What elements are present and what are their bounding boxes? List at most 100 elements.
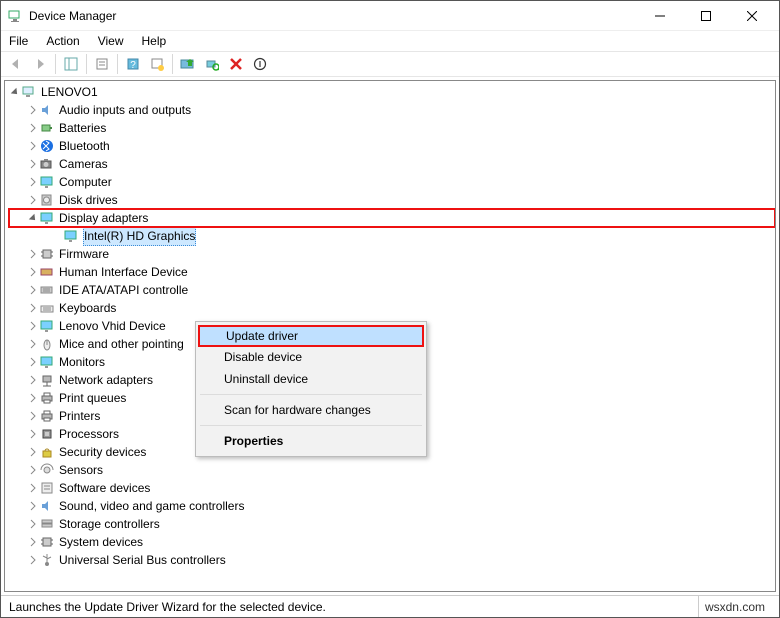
forward-button[interactable] [29, 53, 51, 75]
chevron-icon[interactable] [27, 392, 39, 404]
chevron-icon[interactable] [27, 176, 39, 188]
tree-category[interactable]: Sound, video and game controllers [9, 497, 775, 515]
bluetooth-icon [39, 138, 55, 154]
chevron-icon[interactable] [27, 446, 39, 458]
status-text: Launches the Update Driver Wizard for th… [9, 600, 326, 614]
category-label: Storage controllers [59, 515, 160, 533]
scan-hardware-button[interactable] [201, 53, 223, 75]
menu-file[interactable]: File [7, 33, 30, 49]
chevron-icon[interactable] [27, 356, 39, 368]
ctx-disable-device[interactable]: Disable device [198, 346, 424, 368]
lock-icon [39, 444, 55, 460]
chevron-icon[interactable] [27, 428, 39, 440]
chevron-icon[interactable] [27, 482, 39, 494]
chevron-icon[interactable] [27, 554, 39, 566]
tree-category[interactable]: Audio inputs and outputs [9, 101, 775, 119]
category-label: Printers [59, 407, 100, 425]
ctx-properties[interactable]: Properties [198, 430, 424, 452]
chevron-down-icon[interactable] [9, 86, 21, 98]
separator [117, 54, 118, 74]
chevron-icon[interactable] [27, 212, 39, 224]
tree-category[interactable]: Human Interface Device [9, 263, 775, 281]
monitor-icon [63, 228, 79, 244]
device-manager-window: Device Manager File Action View Help ? L… [0, 0, 780, 618]
category-label: Processors [59, 425, 119, 443]
device-label: Intel(R) HD Graphics [83, 226, 196, 246]
tree-category[interactable]: Universal Serial Bus controllers [9, 551, 775, 569]
ctx-scan-hardware[interactable]: Scan for hardware changes [198, 399, 424, 421]
keyboard-icon [39, 300, 55, 316]
ctx-uninstall-device[interactable]: Uninstall device [198, 368, 424, 390]
category-label: Mice and other pointing [59, 335, 184, 353]
software-icon [39, 480, 55, 496]
tree-category[interactable]: IDE ATA/ATAPI controlle [9, 281, 775, 299]
category-label: Keyboards [59, 299, 116, 317]
camera-icon [39, 156, 55, 172]
back-button[interactable] [5, 53, 27, 75]
tree-category[interactable]: Cameras [9, 155, 775, 173]
action-button[interactable] [146, 53, 168, 75]
category-label: Lenovo Vhid Device [59, 317, 166, 335]
chevron-icon[interactable] [27, 266, 39, 278]
category-label: Human Interface Device [59, 263, 188, 281]
tree-category[interactable]: Computer [9, 173, 775, 191]
svg-text:?: ? [130, 60, 136, 71]
maximize-button[interactable] [683, 1, 729, 31]
menu-help[interactable]: Help [140, 33, 169, 49]
battery-icon [39, 120, 55, 136]
category-label: Sound, video and game controllers [59, 497, 244, 515]
tree-category[interactable]: System devices [9, 533, 775, 551]
disable-button[interactable] [249, 53, 271, 75]
chevron-icon[interactable] [27, 158, 39, 170]
show-hide-tree-button[interactable] [60, 53, 82, 75]
tree-category[interactable]: Sensors [9, 461, 775, 479]
chevron-icon[interactable] [27, 248, 39, 260]
chevron-icon[interactable] [27, 104, 39, 116]
separator [86, 54, 87, 74]
separator [55, 54, 56, 74]
chevron-icon[interactable] [27, 464, 39, 476]
speaker-icon [39, 102, 55, 118]
chevron-icon[interactable] [27, 518, 39, 530]
chevron-icon[interactable] [27, 374, 39, 386]
ctx-update-driver[interactable]: Update driver [198, 325, 424, 347]
tree-category[interactable]: Batteries [9, 119, 775, 137]
tree-category[interactable]: Display adapters [9, 209, 775, 227]
tree-category[interactable]: Software devices [9, 479, 775, 497]
chevron-icon[interactable] [27, 302, 39, 314]
category-label: Software devices [59, 479, 150, 497]
titlebar: Device Manager [1, 1, 779, 31]
tree-device[interactable]: Intel(R) HD Graphics [9, 227, 775, 245]
menu-action[interactable]: Action [44, 33, 81, 49]
monitor-icon [39, 318, 55, 334]
printer-icon [39, 390, 55, 406]
help-button[interactable]: ? [122, 53, 144, 75]
tree-category[interactable]: Disk drives [9, 191, 775, 209]
tree-category[interactable]: Firmware [9, 245, 775, 263]
tree-category[interactable]: Storage controllers [9, 515, 775, 533]
chevron-icon[interactable] [27, 194, 39, 206]
tree-root[interactable]: LENOVO1 [9, 83, 775, 101]
chevron-icon[interactable] [27, 320, 39, 332]
category-label: Sensors [59, 461, 103, 479]
properties-button[interactable] [91, 53, 113, 75]
tree-category[interactable]: Keyboards [9, 299, 775, 317]
separator [172, 54, 173, 74]
chevron-icon[interactable] [27, 536, 39, 548]
chevron-icon[interactable] [27, 140, 39, 152]
chevron-icon[interactable] [27, 410, 39, 422]
category-label: Monitors [59, 353, 105, 371]
tree-category[interactable]: Bluetooth [9, 137, 775, 155]
category-label: Security devices [59, 443, 146, 461]
chevron-icon[interactable] [27, 338, 39, 350]
separator [200, 394, 422, 395]
update-driver-button[interactable] [177, 53, 199, 75]
category-label: Universal Serial Bus controllers [59, 551, 226, 569]
chevron-icon[interactable] [27, 500, 39, 512]
minimize-button[interactable] [637, 1, 683, 31]
menu-view[interactable]: View [96, 33, 126, 49]
close-button[interactable] [729, 1, 775, 31]
chevron-icon[interactable] [27, 284, 39, 296]
chevron-icon[interactable] [27, 122, 39, 134]
uninstall-button[interactable] [225, 53, 247, 75]
